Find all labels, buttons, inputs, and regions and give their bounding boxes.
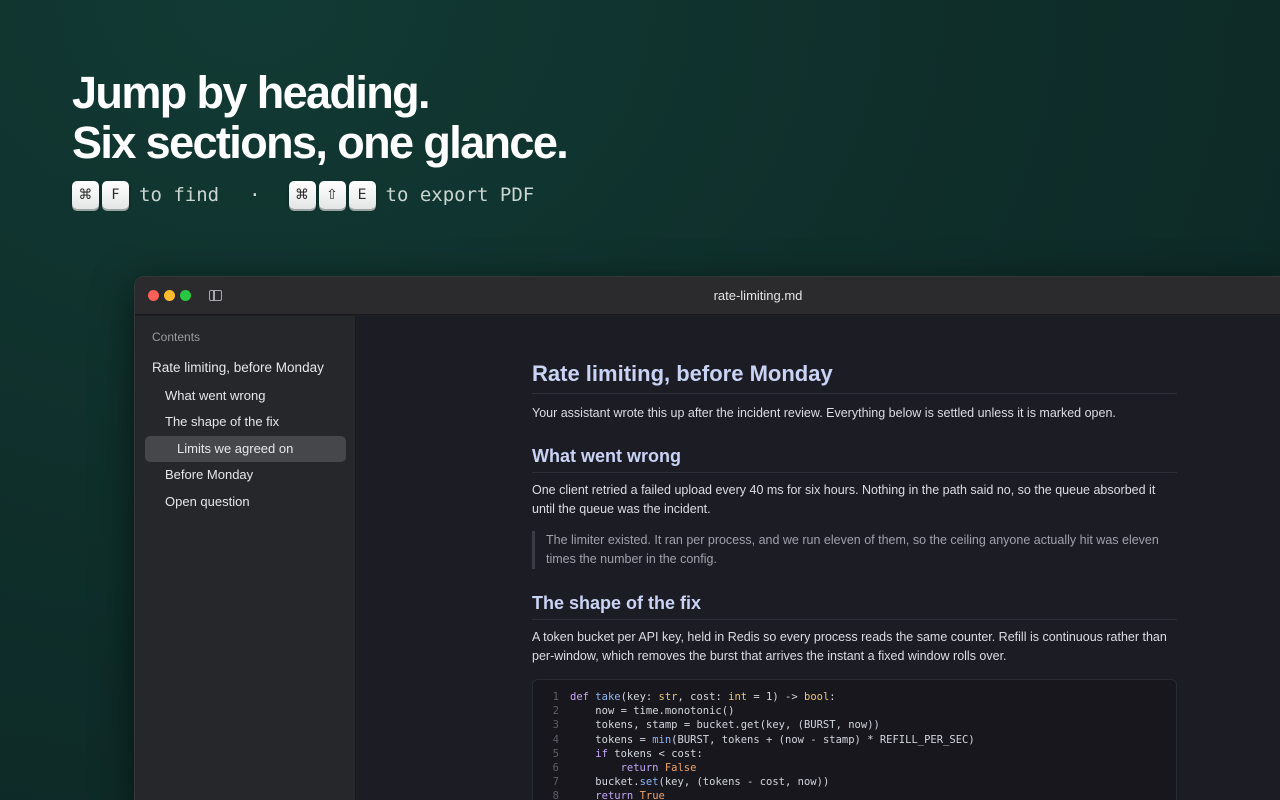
app-window: rate-limiting.md Contents Rate limiting,… (134, 276, 1280, 800)
line-number: 7 (552, 776, 559, 789)
code-line: 8 return True (533, 789, 1176, 800)
code-text: bucket.set(key, (tokens - cost, now)) (595, 776, 830, 789)
export-hint: to export PDF (385, 184, 535, 206)
sidebar: Contents Rate limiting, before Monday Wh… (135, 316, 356, 800)
table-of-contents: Rate limiting, before Monday What went w… (145, 354, 346, 516)
blockquote: The limiter existed. It ran per process,… (532, 531, 1177, 569)
code-text: return False (620, 762, 697, 775)
section-paragraph: One client retried a failed upload every… (532, 483, 1156, 516)
section-heading-what-went-wrong: What went wrong (532, 446, 1177, 473)
line-number: 2 (552, 705, 559, 718)
code-line: 4 tokens = min(BURST, tokens + (now - st… (533, 733, 1176, 747)
contents-label: Contents (152, 330, 201, 344)
find-hint: to find (139, 184, 220, 206)
f-key: F (102, 181, 129, 209)
shortcut-hints: ⌘ F to find · ⌘ ⇧ E to export PDF (72, 181, 567, 209)
command-key: ⌘ (72, 181, 99, 209)
line-number: 3 (552, 719, 559, 732)
toc-item-open-question[interactable]: Open question (145, 489, 346, 515)
separator: · (249, 184, 261, 206)
code-line: 7 bucket.set(key, (tokens - cost, now)) (533, 775, 1176, 789)
toc-item-limits-agreed[interactable]: Limits we agreed on (145, 435, 346, 462)
shift-key: ⇧ (318, 181, 346, 209)
code-block[interactable]: 1 def take(key: str, cost: int = 1) -> bo… (532, 679, 1177, 800)
section-heading-shape-of-fix: The shape of the fix (532, 593, 1177, 620)
line-number: 8 (552, 790, 559, 800)
line-number: 1 (552, 691, 559, 703)
headline: Jump by heading. Six sections, one glanc… (72, 67, 569, 168)
code-line: 1 def take(key: str, cost: int = 1) -> bo… (533, 690, 1176, 704)
code-text: tokens = min(BURST, tokens + (now - stam… (595, 733, 975, 746)
document-title: Rate limiting, before Monday (532, 361, 1177, 394)
section-paragraph: A token bucket per API key, held in Redi… (532, 630, 1167, 663)
code-text: if tokens < cost: (595, 747, 703, 760)
code-line: 6 return False (533, 761, 1176, 775)
code-line: 3 tokens, stamp = bucket.get(key, (BURST… (533, 718, 1176, 732)
window-title: rate-limiting.md (713, 288, 803, 303)
code-text: return True (595, 790, 665, 800)
command-key: ⌘ (288, 181, 316, 209)
headline-line-2: Six sections, one glance. (72, 117, 569, 168)
code-line: 2 now = time.monotonic() (533, 704, 1176, 718)
toc-item-before-monday[interactable]: Before Monday (145, 462, 346, 488)
line-number: 4 (552, 733, 559, 746)
code-text: now = time.monotonic() (595, 705, 735, 718)
intro-paragraph: Your assistant wrote this up after the i… (532, 406, 1116, 420)
code-line: 5 if tokens < cost: (533, 747, 1176, 761)
code-text: tokens, stamp = bucket.get(key, (BURST, … (595, 719, 880, 732)
toc-item-rate-limiting[interactable]: Rate limiting, before Monday (145, 354, 346, 382)
e-key: E (348, 181, 376, 209)
title-bar: rate-limiting.md (135, 277, 1280, 315)
line-number: 5 (552, 747, 559, 760)
hero: Jump by heading. Six sections, one glanc… (72, 67, 569, 209)
headline-line-1: Jump by heading. (72, 67, 431, 118)
toc-item-what-went-wrong[interactable]: What went wrong (145, 383, 346, 409)
document-view[interactable]: Rate limiting, before Monday Your assist… (357, 316, 1280, 800)
toc-item-shape-of-fix[interactable]: The shape of the fix (145, 409, 346, 435)
document-content: Rate limiting, before Monday Your assist… (532, 316, 1177, 800)
code-text: def take(key: str, cost: int = 1) -> boo… (570, 691, 836, 703)
line-number: 6 (552, 762, 559, 775)
